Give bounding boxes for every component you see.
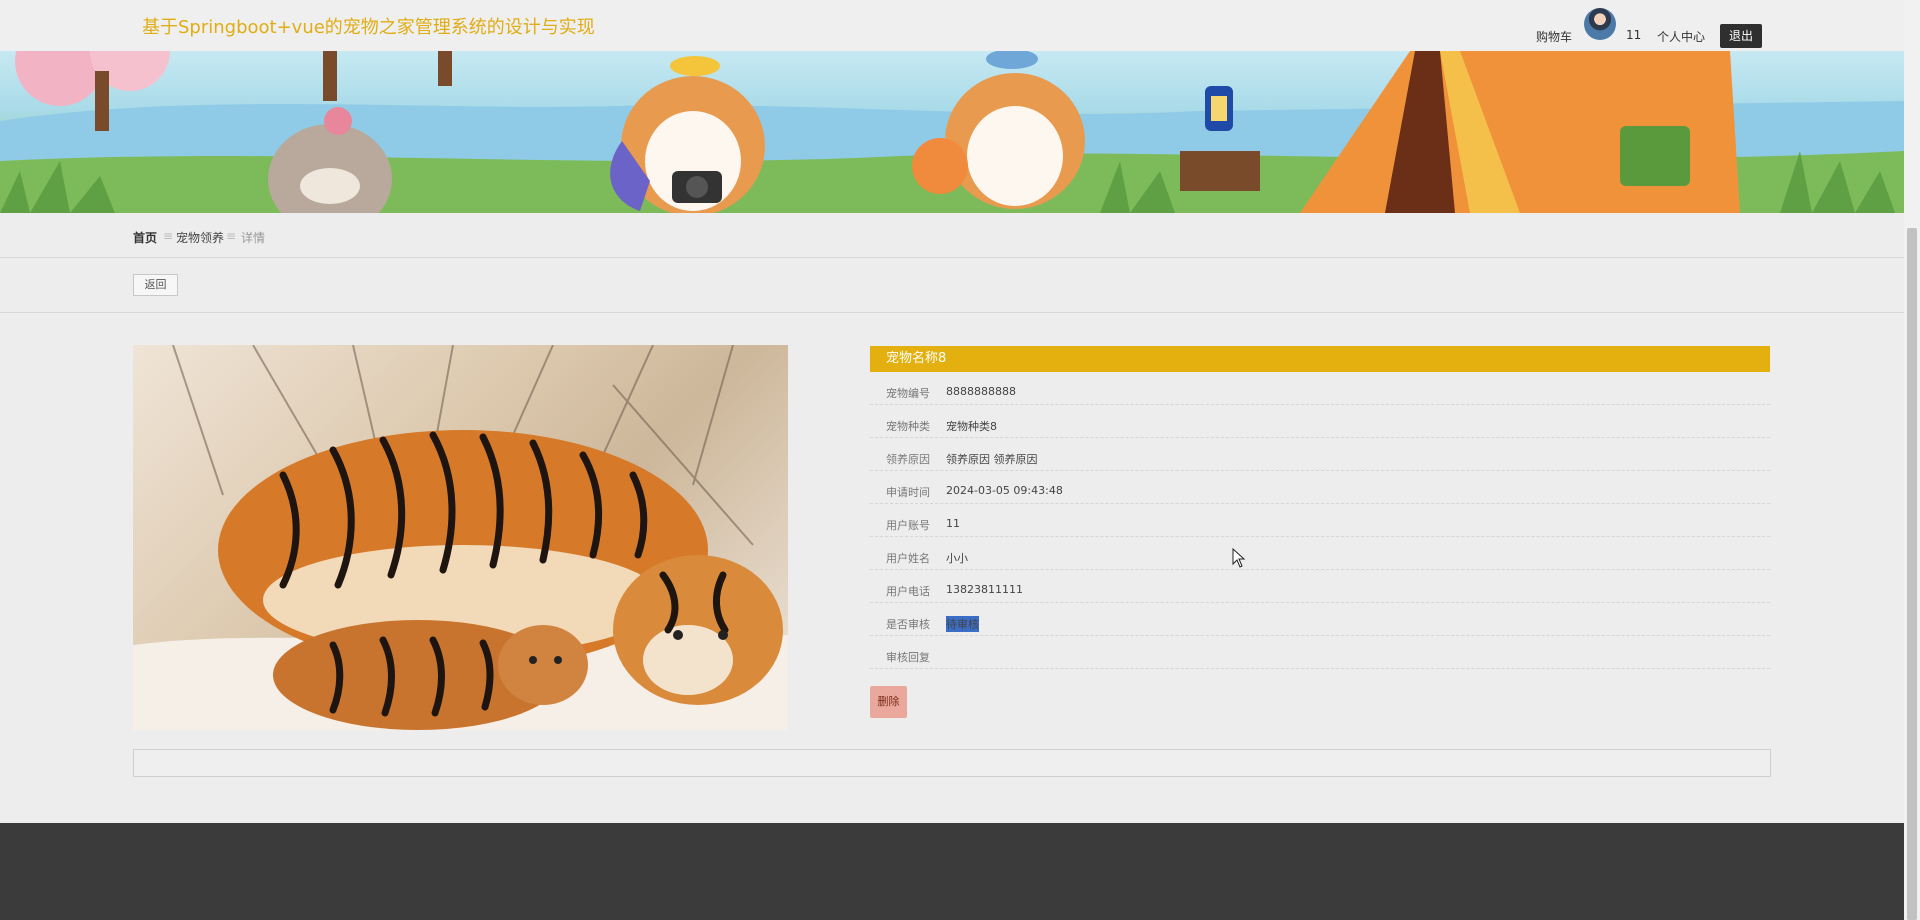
pet-name-header: 宠物名称8	[870, 346, 1770, 372]
delete-button[interactable]: 删除	[870, 686, 907, 718]
detail-row: 用户电话 13823811111	[870, 570, 1770, 603]
detail-row: 用户姓名 小小	[870, 537, 1770, 570]
detail-row: 用户账号 11	[870, 504, 1770, 537]
detail-row: 领养原因 领养原因 领养原因	[870, 438, 1770, 471]
user-avatar[interactable]	[1584, 8, 1616, 40]
top-navbar: 基于Springboot+vue的宠物之家管理系统的设计与实现 购物车 11 个…	[0, 0, 1904, 51]
breadcrumb: 首页 ≡ 宠物领养 ≡ 详情	[0, 213, 1904, 258]
cart-link[interactable]: 购物车	[1536, 28, 1572, 45]
back-button[interactable]: 返回	[133, 274, 178, 296]
detail-row: 是否审核 待审核	[870, 603, 1770, 636]
scrollbar-thumb[interactable]	[1907, 228, 1917, 920]
breadcrumb-home[interactable]: 首页	[133, 229, 157, 246]
mouse-pointer-icon	[1232, 548, 1246, 568]
field-value: 领养原因 领养原因	[946, 453, 1038, 466]
logout-button[interactable]: 退出	[1720, 24, 1762, 48]
review-status-value: 待审核	[946, 616, 979, 632]
field-value: 2024-03-05 09:43:48	[946, 484, 1063, 497]
field-label: 领养原因	[886, 453, 930, 466]
breadcrumb-separator: ≡	[226, 229, 237, 243]
field-label: 用户姓名	[886, 552, 930, 565]
breadcrumb-pet-adoption[interactable]: 宠物领养	[176, 229, 224, 246]
field-label: 审核回复	[886, 651, 930, 664]
field-label: 宠物种类	[886, 420, 930, 433]
content-box	[133, 749, 1771, 777]
pet-detail-panel: 宠物名称8 宠物编号 8888888888 宠物种类 宠物种类8 领养原因 领养…	[870, 346, 1770, 669]
field-label: 宠物编号	[886, 387, 930, 400]
field-value: 小小	[946, 552, 968, 565]
field-label: 用户账号	[886, 519, 930, 532]
breadcrumb-current: 详情	[241, 231, 266, 245]
field-label: 申请时间	[886, 486, 930, 499]
divider	[0, 312, 1904, 313]
field-label: 是否审核	[886, 618, 930, 631]
detail-row: 宠物种类 宠物种类8	[870, 405, 1770, 438]
detail-row: 宠物编号 8888888888	[870, 372, 1770, 405]
field-label: 用户电话	[886, 585, 930, 598]
user-center-link[interactable]: 个人中心	[1657, 28, 1705, 45]
banner-image	[0, 51, 1904, 213]
field-value: 13823811111	[946, 583, 1023, 596]
field-value: 8888888888	[946, 385, 1016, 398]
user-menu: 购物车 11 个人中心 退出	[0, 0, 1904, 51]
footer	[0, 823, 1904, 920]
field-value: 11	[946, 517, 960, 530]
user-account: 11	[1626, 28, 1642, 42]
detail-row: 审核回复	[870, 636, 1770, 669]
pet-photo	[133, 345, 788, 730]
detail-row: 申请时间 2024-03-05 09:43:48	[870, 471, 1770, 504]
field-value: 宠物种类8	[946, 420, 997, 433]
breadcrumb-separator: ≡	[163, 229, 174, 243]
